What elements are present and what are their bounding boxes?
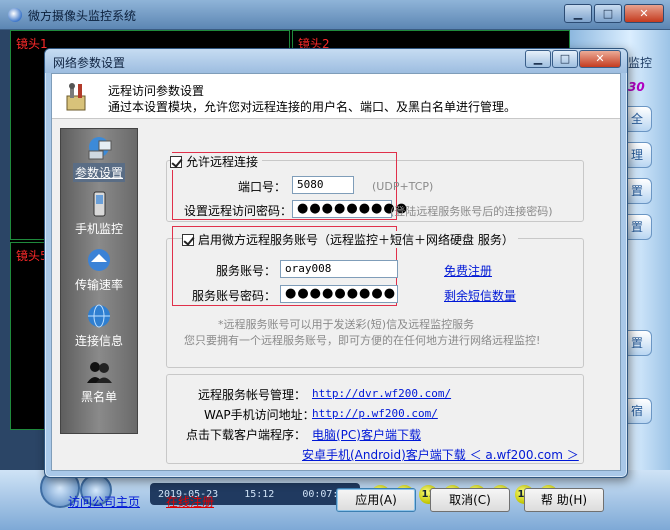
wap-address-link[interactable]: http://p.wf200.com/ [312, 407, 438, 420]
download-label: 点击下载客户端程序： [186, 428, 307, 442]
blacklist-icon [87, 362, 112, 383]
network-settings-dialog: 网络参数设置 ▁ □ ✕ 远程访问参数设置 通过本设置模块，允许您对远程连接的用… [44, 48, 628, 512]
company-homepage-link[interactable]: 访问公司主页 [68, 493, 140, 510]
checkbox-label: 允许远程连接 [186, 155, 259, 169]
allow-remote-checkbox[interactable]: 允许远程连接 [170, 153, 263, 170]
dialog-body: 远程访问参数设置 通过本设置模块，允许您对远程连接的用户名、端口、及黑白名单进行… [51, 73, 621, 512]
minimize-icon[interactable]: ▁ [525, 50, 551, 68]
service-password-label: 服务账号密码： [192, 289, 277, 303]
wap-address-label: WAP手机访问地址： [204, 408, 315, 422]
dialog-title-bar[interactable]: 网络参数设置 ▁ □ ✕ [45, 49, 627, 73]
minimize-icon[interactable]: ▁ [564, 4, 592, 23]
service-account-input[interactable]: oray008 [280, 260, 398, 278]
camera-label: 镜头1 [16, 37, 48, 51]
side-number: 30 [628, 80, 645, 94]
connection-icon [88, 304, 110, 328]
nav-label: 参数设置 [72, 163, 125, 182]
main-title-bar: 微方摄像头监控系统 ▁ □ ✕ [0, 0, 670, 30]
port-label: 端口号： [238, 180, 287, 194]
nav-label: 连接信息 [74, 334, 123, 348]
dialog-title: 网络参数设置 [53, 56, 126, 70]
nav-item-rate[interactable]: 传输速率 [61, 247, 137, 294]
remote-password-input[interactable]: ●●●●●●●●● [292, 200, 407, 218]
transfer-rate-icon [88, 249, 110, 271]
service-password-input[interactable]: ●●●●●●●●● [280, 285, 398, 303]
account-manage-label: 远程服务帐号管理： [198, 388, 307, 402]
header-description: 通过本设置模块，允许您对远程连接的用户名、端口、及黑白名单进行管理。 [108, 100, 517, 114]
remote-password-label: 设置远程访问密码： [184, 204, 293, 218]
online-register-link[interactable]: 在线注册 [166, 493, 214, 510]
checkbox-checked-icon [182, 233, 194, 246]
pc-client-download-link[interactable]: 电脑(PC)客户端下载 [312, 426, 421, 443]
apply-button[interactable]: 应用(A) [336, 488, 416, 512]
maximize-icon[interactable]: □ [552, 50, 578, 68]
remote-password-hint: (登陆远程服务账号后的连接密码) [390, 205, 553, 218]
main-window-title: 微方摄像头监控系统 [28, 9, 137, 23]
camera-label: 镜头5 [16, 249, 48, 263]
nav-item-connection[interactable]: 连接信息 [61, 303, 137, 350]
service-note-1: *远程服务账号可以用于发送彩(短)信及远程监控服务 [218, 318, 475, 331]
sms-balance-link[interactable]: 剩余短信数量 [444, 287, 516, 304]
port-input[interactable]: 5080 [292, 176, 354, 194]
nav-label: 手机监控 [74, 222, 123, 236]
nav-item-mobile[interactable]: 手机监控 [61, 191, 137, 238]
account-manage-link[interactable]: http://dvr.wf200.com/ [312, 387, 451, 400]
cancel-button[interactable]: 取消(C) [430, 488, 510, 512]
nav-label: 黑名单 [80, 390, 117, 404]
free-register-link[interactable]: 免费注册 [444, 262, 492, 279]
status-time: 15:12 [244, 488, 275, 500]
enable-service-checkbox[interactable]: 启用微方远程服务账号（远程监控＋短信＋网络硬盘 服务） [182, 231, 518, 248]
monitor-label: 监控 [628, 56, 653, 70]
header-title: 远程访问参数设置 [108, 84, 205, 98]
service-account-label: 服务账号： [216, 264, 277, 278]
service-note-2: 您只要拥有一个远程服务账号，即可方便的在任何地方进行网络远程监控! [184, 334, 541, 347]
main-window-controls: ▁ □ ✕ [564, 4, 664, 23]
nav-label: 传输速率 [74, 278, 123, 292]
help-button[interactable]: 帮 助(H) [524, 488, 604, 512]
close-icon[interactable]: ✕ [579, 50, 621, 68]
app-logo-icon [8, 8, 22, 22]
settings-nav: 参数设置 手机监控 传输速率 连接信息 黑名单 [60, 128, 138, 434]
tools-icon [66, 83, 86, 111]
dialog-window-controls: ▁ □ ✕ [525, 50, 621, 68]
maximize-icon[interactable]: □ [594, 4, 622, 23]
nav-item-blacklist[interactable]: 黑名单 [61, 359, 137, 406]
android-client-download-link[interactable]: 安卓手机(Android)客户端下载 ＜ a.wf200.com ＞ [302, 446, 579, 463]
nav-item-params[interactable]: 参数设置 [61, 135, 137, 182]
checkbox-label: 启用微方远程服务账号（远程监控＋短信＋网络硬盘 服务） [198, 233, 514, 247]
checkbox-checked-icon [170, 155, 182, 168]
dialog-header: 远程访问参数设置 通过本设置模块，允许您对远程连接的用户名、端口、及黑白名单进行… [52, 74, 620, 119]
mobile-phone-icon [93, 191, 106, 217]
port-hint: (UDP+TCP) [372, 180, 434, 193]
close-icon[interactable]: ✕ [624, 4, 664, 23]
computer-network-icon [88, 137, 112, 160]
